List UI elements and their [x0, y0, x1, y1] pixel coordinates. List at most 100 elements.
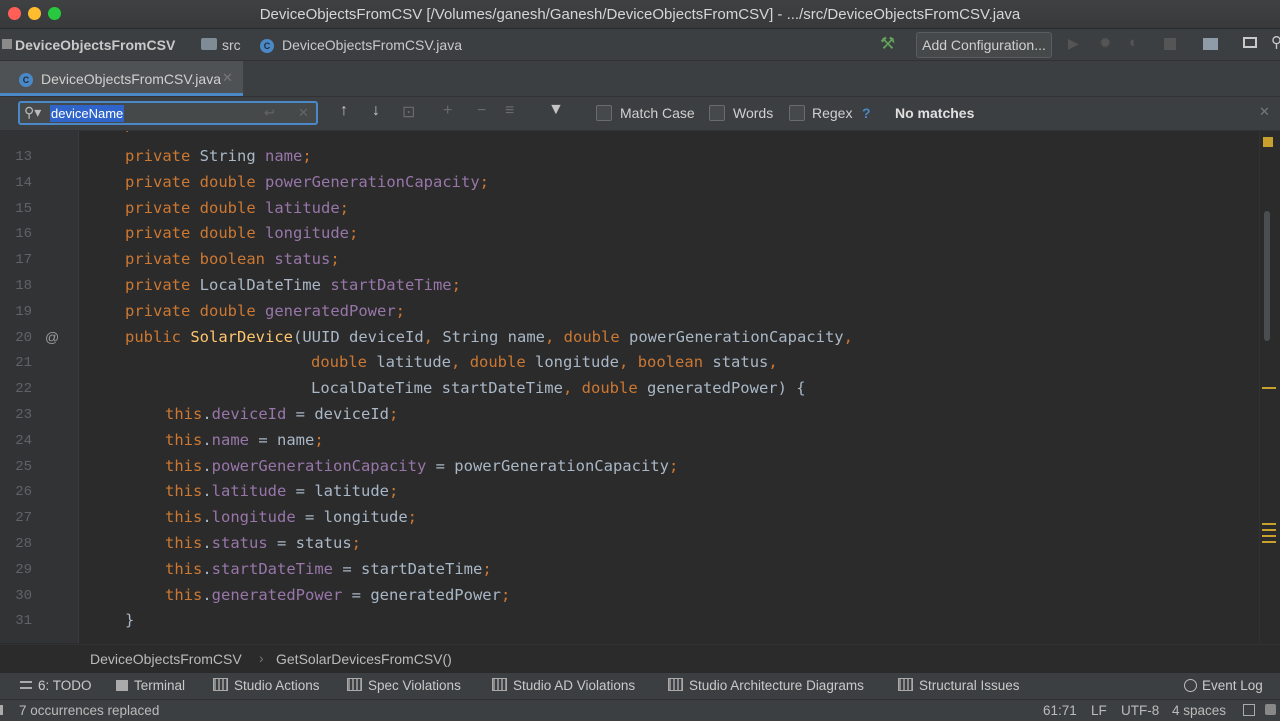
- code-line[interactable]: this.powerGenerationCapacity = powerGene…: [165, 457, 678, 475]
- breadcrumb-class[interactable]: DeviceObjectsFromCSV: [90, 651, 242, 667]
- code-line[interactable]: private double latitude;: [125, 199, 349, 217]
- code-line[interactable]: private String name;: [125, 147, 312, 165]
- line-number: 23: [15, 407, 32, 423]
- search-query[interactable]: deviceName: [50, 105, 125, 122]
- tool-window-todo[interactable]: 6: TODO: [20, 678, 92, 693]
- code-line[interactable]: private double powerGenerationCapacity;: [125, 173, 489, 191]
- regex-label[interactable]: Regex: [812, 105, 852, 121]
- tool-window-studio-ad-violations[interactable]: Studio AD Violations: [492, 678, 635, 693]
- find-all-icon[interactable]: ⊡: [402, 102, 415, 122]
- line-separator[interactable]: LF: [1091, 703, 1107, 718]
- build-hammer-icon[interactable]: ⚒: [880, 34, 895, 54]
- studio-ad-violations-icon: [492, 678, 507, 691]
- filter-icon[interactable]: ▼: [548, 101, 564, 119]
- tool-window-spec-violations[interactable]: Spec Violations: [347, 678, 461, 693]
- code-line[interactable]: private double generatedPower;: [125, 302, 405, 320]
- tool-window-studio-architecture-diagrams[interactable]: Studio Architecture Diagrams: [668, 678, 864, 693]
- close-find-icon[interactable]: ✕: [1259, 104, 1270, 120]
- vertical-scrollbar[interactable]: [1264, 211, 1270, 341]
- layout-icon[interactable]: [1243, 37, 1257, 48]
- line-number: 15: [15, 200, 32, 217]
- coverage-icon[interactable]: ◐: [1129, 34, 1145, 51]
- breadcrumb-method[interactable]: GetSolarDevicesFromCSV(): [276, 651, 452, 667]
- status-panel-icon[interactable]: [0, 705, 3, 715]
- add-occurrence-icon[interactable]: +: [443, 102, 452, 120]
- select-all-occurrences-icon[interactable]: ≡: [505, 102, 514, 120]
- code-line[interactable]: this.name = name;: [165, 431, 324, 449]
- line-number: 16: [15, 226, 32, 243]
- status-message: 7 occurrences replaced: [19, 703, 160, 718]
- tool-window-structural-issues[interactable]: Structural Issues: [898, 678, 1020, 693]
- studio-actions-icon: [213, 678, 228, 691]
- stripe-mark[interactable]: [1262, 529, 1276, 531]
- error-stripe[interactable]: [1259, 131, 1280, 643]
- stop-icon[interactable]: [1164, 38, 1176, 50]
- code-line[interactable]: this.deviceId = deviceId;: [165, 405, 398, 423]
- new-line-icon[interactable]: ↩: [264, 105, 275, 121]
- search-field[interactable]: ⚲▾ deviceName ↩ ✕: [18, 101, 318, 125]
- search-everywhere-icon[interactable]: ⚲: [1271, 33, 1280, 51]
- remove-occurrence-icon[interactable]: −: [477, 102, 486, 120]
- debug-icon[interactable]: ✹: [1099, 34, 1115, 52]
- stripe-mark[interactable]: [1262, 541, 1276, 543]
- folder-icon: [201, 38, 217, 50]
- run-icon[interactable]: ▶: [1068, 35, 1084, 51]
- code-line[interactable]: this.status = status;: [165, 534, 361, 552]
- lock-icon[interactable]: [1243, 704, 1255, 716]
- code-line[interactable]: }: [125, 611, 134, 629]
- caret-position[interactable]: 61:71: [1043, 703, 1077, 718]
- stripe-mark[interactable]: [1262, 387, 1276, 389]
- line-number: 29: [15, 561, 32, 578]
- code-line[interactable]: LocalDateTime startDateTime, double gene…: [311, 379, 806, 397]
- indent-setting[interactable]: 4 spaces: [1172, 703, 1226, 718]
- studio-architecture-diagrams-icon: [668, 678, 683, 691]
- line-number: 12: [0, 131, 32, 133]
- add-configuration-button[interactable]: Add Configuration...: [916, 32, 1052, 58]
- code-line[interactable]: double latitude, double longitude, boole…: [311, 353, 778, 371]
- code-line[interactable]: public SolarDevice(UUID deviceId, String…: [125, 328, 853, 346]
- regex-help-link[interactable]: ?: [862, 105, 871, 121]
- override-marker-icon[interactable]: @: [45, 329, 59, 345]
- stripe-mark[interactable]: [1262, 523, 1276, 525]
- inspector-icon[interactable]: [1265, 704, 1276, 715]
- words-checkbox[interactable]: [709, 105, 725, 121]
- match-case-label[interactable]: Match Case: [620, 105, 695, 121]
- next-occurrence-icon[interactable]: ↓: [372, 102, 380, 120]
- analysis-status-icon[interactable]: [1263, 137, 1273, 147]
- code-line[interactable]: private boolean status;: [125, 250, 340, 268]
- code-line[interactable]: this.generatedPower = generatedPower;: [165, 586, 510, 604]
- words-label[interactable]: Words: [733, 105, 773, 121]
- line-number: 21: [15, 355, 32, 372]
- code-line[interactable]: private LocalDateTime startDateTime;: [125, 276, 461, 294]
- code-line[interactable]: private UUID deviceId;: [125, 131, 330, 133]
- tool-window-terminal[interactable]: Terminal: [116, 678, 185, 693]
- todo-icon: [20, 681, 32, 689]
- code-line[interactable]: this.longitude = longitude;: [165, 508, 417, 526]
- tool-window-studio-actions[interactable]: Studio Actions: [213, 678, 320, 693]
- line-number: 17: [15, 252, 32, 269]
- previous-occurrence-icon[interactable]: ↑: [340, 102, 348, 120]
- file-encoding[interactable]: UTF-8: [1121, 703, 1159, 718]
- search-result-status: No matches: [895, 105, 975, 121]
- project-structure-icon[interactable]: [1203, 38, 1218, 50]
- nav-project[interactable]: DeviceObjectsFromCSV: [15, 37, 175, 53]
- terminal-icon: [116, 680, 128, 691]
- stripe-mark[interactable]: [1262, 535, 1276, 537]
- line-number: 31: [15, 613, 32, 630]
- tool-window-event-log[interactable]: Event Log: [1184, 678, 1263, 693]
- nav-folder[interactable]: src: [222, 37, 241, 53]
- code-line[interactable]: this.startDateTime = startDateTime;: [165, 560, 492, 578]
- clear-search-icon[interactable]: ✕: [298, 105, 309, 121]
- tab-devicesobjectsfromcsv[interactable]: C DeviceObjectsFromCSV.java ✕: [0, 61, 243, 96]
- code-editor[interactable]: private UUID deviceId; 12 13 private String…: [0, 131, 1280, 643]
- match-case-checkbox[interactable]: [596, 105, 612, 121]
- code-line[interactable]: this.latitude = latitude;: [165, 482, 398, 500]
- code-line[interactable]: private double longitude;: [125, 224, 358, 242]
- regex-checkbox[interactable]: [789, 105, 805, 121]
- event-log-icon: [1184, 679, 1197, 692]
- close-tab-icon[interactable]: ✕: [222, 70, 233, 86]
- search-icon[interactable]: ⚲▾: [24, 104, 41, 121]
- nav-file[interactable]: DeviceObjectsFromCSV.java: [282, 37, 462, 53]
- java-class-icon: C: [19, 71, 33, 87]
- java-class-icon: C: [260, 37, 274, 53]
